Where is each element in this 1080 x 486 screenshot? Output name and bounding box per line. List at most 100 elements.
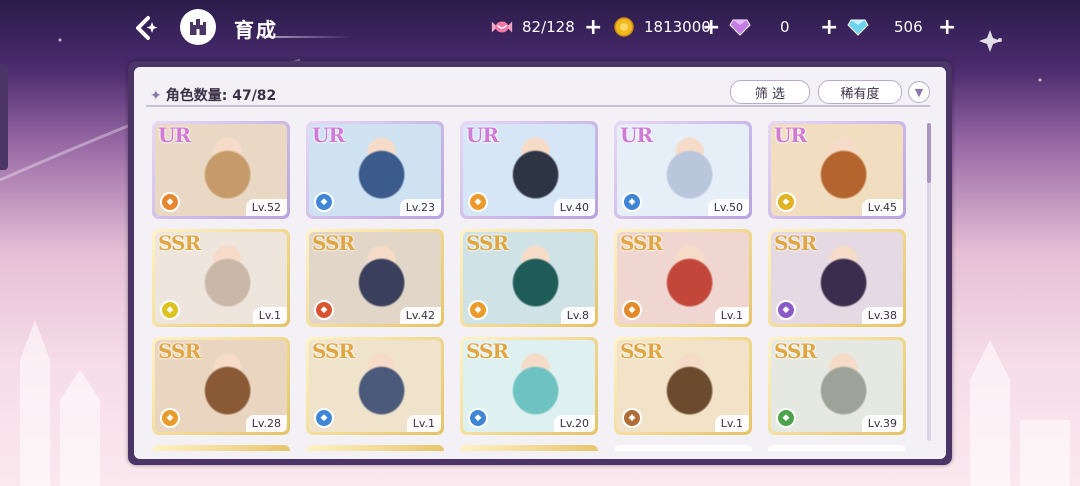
element-brown-icon: ◆	[622, 408, 642, 428]
character-card[interactable]: UR ◆ Lv.23	[306, 121, 444, 219]
plus-icon: +	[584, 14, 603, 40]
element-blue-icon: ◆	[468, 408, 488, 428]
character-card[interactable]: SSR ◆ Lv.28	[152, 337, 290, 435]
element-yellow-icon: ◆	[160, 300, 180, 320]
filter-button[interactable]: 筛 选	[730, 80, 810, 104]
level-label: Lv.1	[714, 307, 749, 324]
level-label: Lv.45	[861, 199, 903, 216]
character-card-partial[interactable]	[768, 445, 906, 451]
side-drawer-tab[interactable]	[0, 64, 8, 170]
level-label: Lv.40	[553, 199, 595, 216]
character-card[interactable]: SSR ◆ Lv.38	[768, 229, 906, 327]
rarity-badge: SSR	[620, 339, 663, 363]
candy-icon	[490, 15, 514, 39]
chevron-down-icon: ▼	[914, 85, 924, 99]
element-orange-icon: ◆	[468, 192, 488, 212]
element-blue-icon: ◆	[314, 408, 334, 428]
sparkle-icon: ✦	[150, 88, 162, 104]
element-purple-icon: ◆	[776, 300, 796, 320]
character-count: ✦ 角色数量: 47/82	[150, 85, 276, 105]
scroll-thumb[interactable]	[927, 123, 931, 183]
castle-icon	[190, 19, 206, 35]
rarity-badge: SSR	[774, 231, 817, 255]
character-card-partial[interactable]	[614, 445, 752, 451]
character-count-text: 角色数量: 47/82	[165, 88, 277, 104]
level-label: Lv.39	[861, 415, 903, 432]
rarity-sort-button[interactable]: 稀有度	[818, 80, 902, 104]
element-blue-icon: ◆	[314, 192, 334, 212]
sort-order-toggle[interactable]: ▼	[908, 81, 930, 103]
character-card[interactable]: UR ◆ Lv.40	[460, 121, 598, 219]
level-label: Lv.20	[553, 415, 595, 432]
character-card[interactable]: UR ◆ Lv.45	[768, 121, 906, 219]
top-bar: 育成 82/128 + 1813000 + 0 + 506 +	[0, 0, 1080, 56]
level-label: Lv.23	[399, 199, 441, 216]
element-orange-icon: ◆	[622, 300, 642, 320]
character-card[interactable]: SSR ◆ Lv.8	[460, 229, 598, 327]
level-label: Lv.1	[252, 307, 287, 324]
resource-blue-gem: 506	[846, 14, 923, 40]
rarity-badge: UR	[620, 123, 653, 147]
gold-coin-icon	[612, 15, 636, 39]
add-purple-gem-button[interactable]: +	[820, 14, 838, 40]
level-label: Lv.42	[399, 307, 441, 324]
rarity-badge: UR	[312, 123, 345, 147]
element-blue-icon: ◆	[622, 192, 642, 212]
rarity-badge: SSR	[158, 231, 201, 255]
character-card[interactable]: SSR ◆ Lv.1	[614, 337, 752, 435]
character-card[interactable]: UR ◆ Lv.52	[152, 121, 290, 219]
purple-gem-value: 0	[780, 18, 790, 36]
element-orange-icon: ◆	[468, 300, 488, 320]
character-card-partial[interactable]	[152, 445, 290, 451]
level-label: Lv.1	[406, 415, 441, 432]
home-button[interactable]	[180, 9, 216, 45]
plus-icon: +	[938, 14, 957, 40]
level-label: Lv.50	[707, 199, 749, 216]
rarity-badge: SSR	[620, 231, 663, 255]
element-green-icon: ◆	[776, 408, 796, 428]
rarity-badge: SSR	[466, 339, 509, 363]
rarity-badge: UR	[158, 123, 191, 147]
resource-purple-gem: 0	[728, 14, 790, 40]
level-label: Lv.52	[245, 199, 287, 216]
rarity-badge: SSR	[312, 339, 355, 363]
resource-candy: 82/128	[490, 14, 575, 40]
back-button[interactable]	[126, 10, 162, 46]
plus-icon: +	[820, 14, 839, 40]
coin-value: 1813000	[644, 18, 711, 36]
element-yellow-icon: ◆	[776, 192, 796, 212]
plus-icon: +	[702, 14, 721, 40]
rarity-badge: SSR	[774, 339, 817, 363]
rarity-badge: SSR	[158, 339, 201, 363]
panel-inner: ✦ 角色数量: 47/82 筛 选 稀有度 ▼ UR ◆ Lv.52 UR ◆ Lv.23 U…	[134, 67, 946, 459]
level-label: Lv.1	[714, 415, 749, 432]
character-card[interactable]: SSR ◆ Lv.1	[306, 337, 444, 435]
level-label: Lv.8	[560, 307, 595, 324]
rarity-badge: SSR	[312, 231, 355, 255]
add-blue-gem-button[interactable]: +	[938, 14, 956, 40]
character-card[interactable]: UR ◆ Lv.50	[614, 121, 752, 219]
character-card[interactable]: SSR ◆ Lv.42	[306, 229, 444, 327]
header-divider	[146, 105, 930, 107]
character-card[interactable]: SSR ◆ Lv.20	[460, 337, 598, 435]
resource-coin: 1813000	[612, 14, 711, 40]
rarity-badge: UR	[774, 123, 807, 147]
character-card-partial[interactable]	[306, 445, 444, 451]
back-arrow-icon	[136, 16, 158, 40]
blue-diamond-icon	[846, 15, 870, 39]
blue-gem-value: 506	[894, 18, 923, 36]
rarity-badge: UR	[466, 123, 499, 147]
element-orange-icon: ◆	[160, 408, 180, 428]
level-label: Lv.28	[245, 415, 287, 432]
character-card[interactable]: SSR ◆ Lv.39	[768, 337, 906, 435]
character-card-partial[interactable]	[460, 445, 598, 451]
element-orange-icon: ◆	[160, 192, 180, 212]
candy-value: 82/128	[522, 18, 575, 36]
purple-diamond-icon	[728, 15, 752, 39]
add-candy-button[interactable]: +	[584, 14, 602, 40]
character-card[interactable]: SSR ◆ Lv.1	[614, 229, 752, 327]
add-coin-button[interactable]: +	[702, 14, 720, 40]
character-card[interactable]: SSR ◆ Lv.1	[152, 229, 290, 327]
scrollbar[interactable]	[927, 123, 931, 441]
character-grid: UR ◆ Lv.52 UR ◆ Lv.23 UR ◆ Lv.40 UR ◆ Lv.50 UR ◆ Lv.45…	[144, 111, 924, 451]
